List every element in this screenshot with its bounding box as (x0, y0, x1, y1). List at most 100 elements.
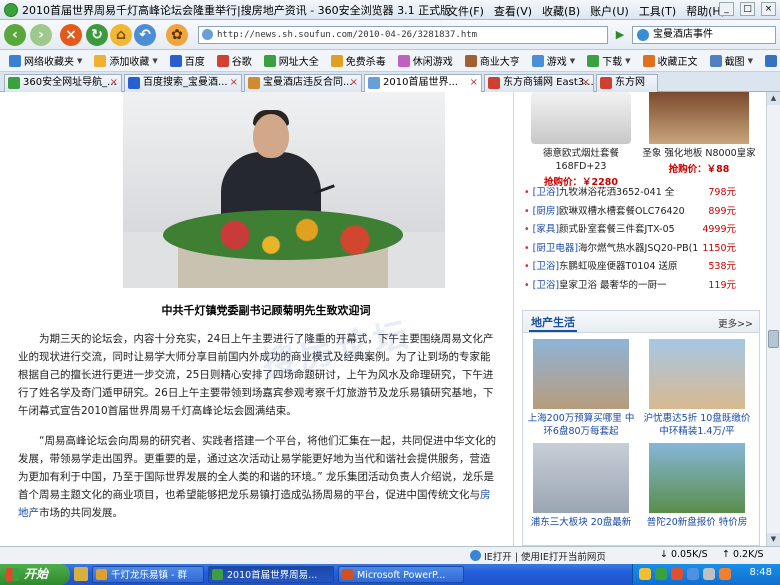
tab-favicon-icon (128, 77, 140, 89)
taskbar-item-browser[interactable]: 2010首届世界周易... (208, 566, 334, 583)
estate-image[interactable] (649, 443, 745, 513)
menu-favorites[interactable]: 收藏(B) (542, 3, 580, 19)
estate-item[interactable]: 浦东三大板块 20盘最新 (527, 443, 635, 529)
system-clock[interactable]: 8:48 (750, 567, 772, 578)
windows-logo-icon (6, 568, 19, 581)
more-link[interactable]: 更多>> (718, 316, 753, 330)
tab-current-article[interactable]: 2010首届世界... × (364, 74, 482, 93)
page-content[interactable]: 中共千灯镇党委副书记顾菊明先生致欢迎词 为期三天的论坛会，内容十分充实，24日上… (0, 92, 766, 546)
estate-item[interactable]: 沪忧惠达5折 10盘既缴价中环精装1.4万/平 (643, 339, 751, 438)
save-article-icon (642, 54, 655, 67)
go-button[interactable]: ▶ (612, 26, 628, 44)
fav-item[interactable]: 网址大全 (259, 53, 324, 68)
taskbar-item-qq-group[interactable]: 千灯龙乐易镇 - 群 (92, 566, 204, 583)
estate-image[interactable] (533, 339, 629, 409)
fav-item[interactable]: 翻译▼ (760, 53, 780, 68)
product-name[interactable]: 德意欧式烟灶套餐168FD+23 (522, 147, 640, 173)
tab-close-icon[interactable]: × (230, 75, 238, 91)
estate-item[interactable]: 普陀20新盘报价 特价房 (643, 443, 751, 529)
product-card[interactable]: 圣象 强化地板 N8000皇家 抢购价：￥88 (640, 92, 758, 175)
tab-close-icon[interactable]: × (110, 75, 118, 91)
paw-icon[interactable]: ✿ (166, 24, 188, 46)
product-name[interactable]: 圣象 强化地板 N8000皇家 (640, 147, 758, 160)
fav-item[interactable]: 免费杀毒 (326, 53, 391, 68)
tab-eastday[interactable]: 东方网 (596, 74, 658, 92)
fav-item[interactable]: 下载 ▼ (582, 53, 635, 68)
estate-image[interactable] (533, 443, 629, 513)
minimize-button[interactable]: _ (719, 2, 734, 16)
start-button[interactable]: 开始 (0, 564, 70, 585)
photo-caption: 中共千灯镇党委副书记顾菊明先生致欢迎词 (161, 304, 371, 317)
tab-baidu-search[interactable]: 百度搜索_宝曼酒... × (124, 74, 242, 92)
tab-close-icon[interactable]: × (582, 75, 590, 91)
tab-360-navigation[interactable]: 360安全网址导航_... × (4, 74, 122, 92)
back-button[interactable]: ‹ (4, 24, 26, 46)
tab-close-icon[interactable]: × (350, 75, 358, 91)
taskbar-item-powerpoint[interactable]: Microsoft PowerP... (338, 566, 464, 583)
list-item[interactable]: • [厨房]欧琳双槽水槽套餐OLC76420 899元 (524, 203, 760, 222)
address-bar[interactable]: http://news.sh.soufun.com/2010-04-26/328… (198, 26, 608, 44)
title-bar: 2010首届世界周易千灯高峰论坛会隆重举行|搜房地产资讯 - 360安全浏览器 … (0, 0, 780, 20)
tray-360-icon[interactable] (655, 568, 667, 580)
list-item[interactable]: • [卫浴]九牧淋浴花洒3652-041 全 798元 (524, 184, 760, 203)
forward-button[interactable]: › (30, 24, 52, 46)
menu-tools[interactable]: 工具(T) (639, 3, 676, 19)
tray-antivirus-icon[interactable] (671, 568, 683, 580)
product-card[interactable]: 德意欧式烟灶套餐168FD+23 抢购价：￥2280 (522, 92, 640, 188)
tray-qq-icon[interactable] (639, 568, 651, 580)
bullet-icon: • (524, 261, 530, 272)
fav-item[interactable]: 谷歌 (212, 53, 257, 68)
fav-item[interactable]: 收藏正文 (638, 53, 703, 68)
fav-item[interactable]: 截图 ▼ (705, 53, 758, 68)
article-paragraph: “周易高峰论坛会向周易的研究者、实践者搭建一个平台，将他们汇集在一起，共同促进中… (18, 435, 496, 519)
list-item[interactable]: • [卫浴]皇家卫浴 最奢华的一厨一 119元 (524, 277, 760, 296)
product-price: 抢购价：￥88 (668, 164, 730, 175)
list-item[interactable]: • [家具]颜式卧室套餐三件套JTX-05 4999元 (524, 221, 760, 240)
product-image[interactable] (531, 92, 631, 144)
maximize-button[interactable]: □ (740, 2, 755, 16)
window-title: 2010首届世界周易千灯高峰论坛会隆重举行|搜房地产资讯 - 360安全浏览器 … (22, 3, 452, 17)
tray-volume-icon[interactable] (703, 568, 715, 580)
tab-close-icon[interactable]: × (470, 75, 478, 91)
close-button[interactable]: × (761, 2, 776, 16)
fav-item[interactable]: 游戏 ▼ (527, 53, 580, 68)
quick-launch-icon[interactable] (74, 567, 88, 581)
chevron-down-icon: ▼ (77, 56, 83, 65)
list-item[interactable]: • [厨卫电器]海尔燃气热水器JSQ20-PB(1 1150元 (524, 240, 760, 259)
estate-image[interactable] (649, 339, 745, 409)
scrollbar-thumb[interactable] (768, 330, 779, 348)
menu-file[interactable]: 文件(F) (447, 3, 484, 19)
window-controls: _ □ × (719, 2, 776, 16)
undo-close-tab-button[interactable]: ↶ (134, 24, 156, 46)
google-icon (216, 54, 229, 67)
scroll-up-icon[interactable]: ▲ (767, 92, 780, 105)
menu-account[interactable]: 账户(U) (590, 3, 629, 19)
screenshot-icon (709, 54, 722, 67)
fav-item[interactable]: 添加收藏 ▼ (89, 53, 162, 68)
search-input[interactable]: 宝曼酒店事件 (632, 26, 776, 44)
tab-hotel-news[interactable]: 宝曼酒店违反合同... × (244, 74, 362, 92)
tray-ime-icon[interactable] (719, 568, 731, 580)
home-button[interactable]: ⌂ (110, 24, 132, 46)
panel-title[interactable]: 地产生活 (529, 314, 577, 332)
open-in-ie-link[interactable]: IE打开 | 使用IE打开当前网页 (484, 549, 606, 563)
estate-item[interactable]: 上海200万预算买哪里 中环6盘80万每套起 (527, 339, 635, 438)
product-image[interactable] (649, 92, 749, 144)
stop-button[interactable]: × (60, 24, 82, 46)
tab-east3[interactable]: 东方商铺网 East3... × (484, 74, 594, 92)
tray-network-icon[interactable] (687, 568, 699, 580)
search-engine-icon[interactable] (637, 29, 649, 41)
fav-item[interactable]: 商业大亨 (460, 53, 525, 68)
tab-favicon-icon (248, 77, 260, 89)
fav-item[interactable]: 休闲游戏 (393, 53, 458, 68)
ie-icon[interactable] (470, 550, 481, 561)
list-item[interactable]: • [卫浴]东鹏虹吸座便器T0104 送原 538元 (524, 258, 760, 277)
menu-view[interactable]: 查看(V) (494, 3, 532, 19)
fav-item[interactable]: 网络收藏夹 ▼ (4, 53, 87, 68)
article-photo[interactable] (123, 92, 445, 288)
vertical-scrollbar[interactable]: ▲ ▼ (766, 92, 780, 546)
refresh-button[interactable]: ↻ (86, 24, 108, 46)
scroll-down-icon[interactable]: ▼ (767, 533, 780, 546)
baidu-icon (169, 54, 182, 67)
fav-item[interactable]: 百度 (165, 53, 210, 68)
